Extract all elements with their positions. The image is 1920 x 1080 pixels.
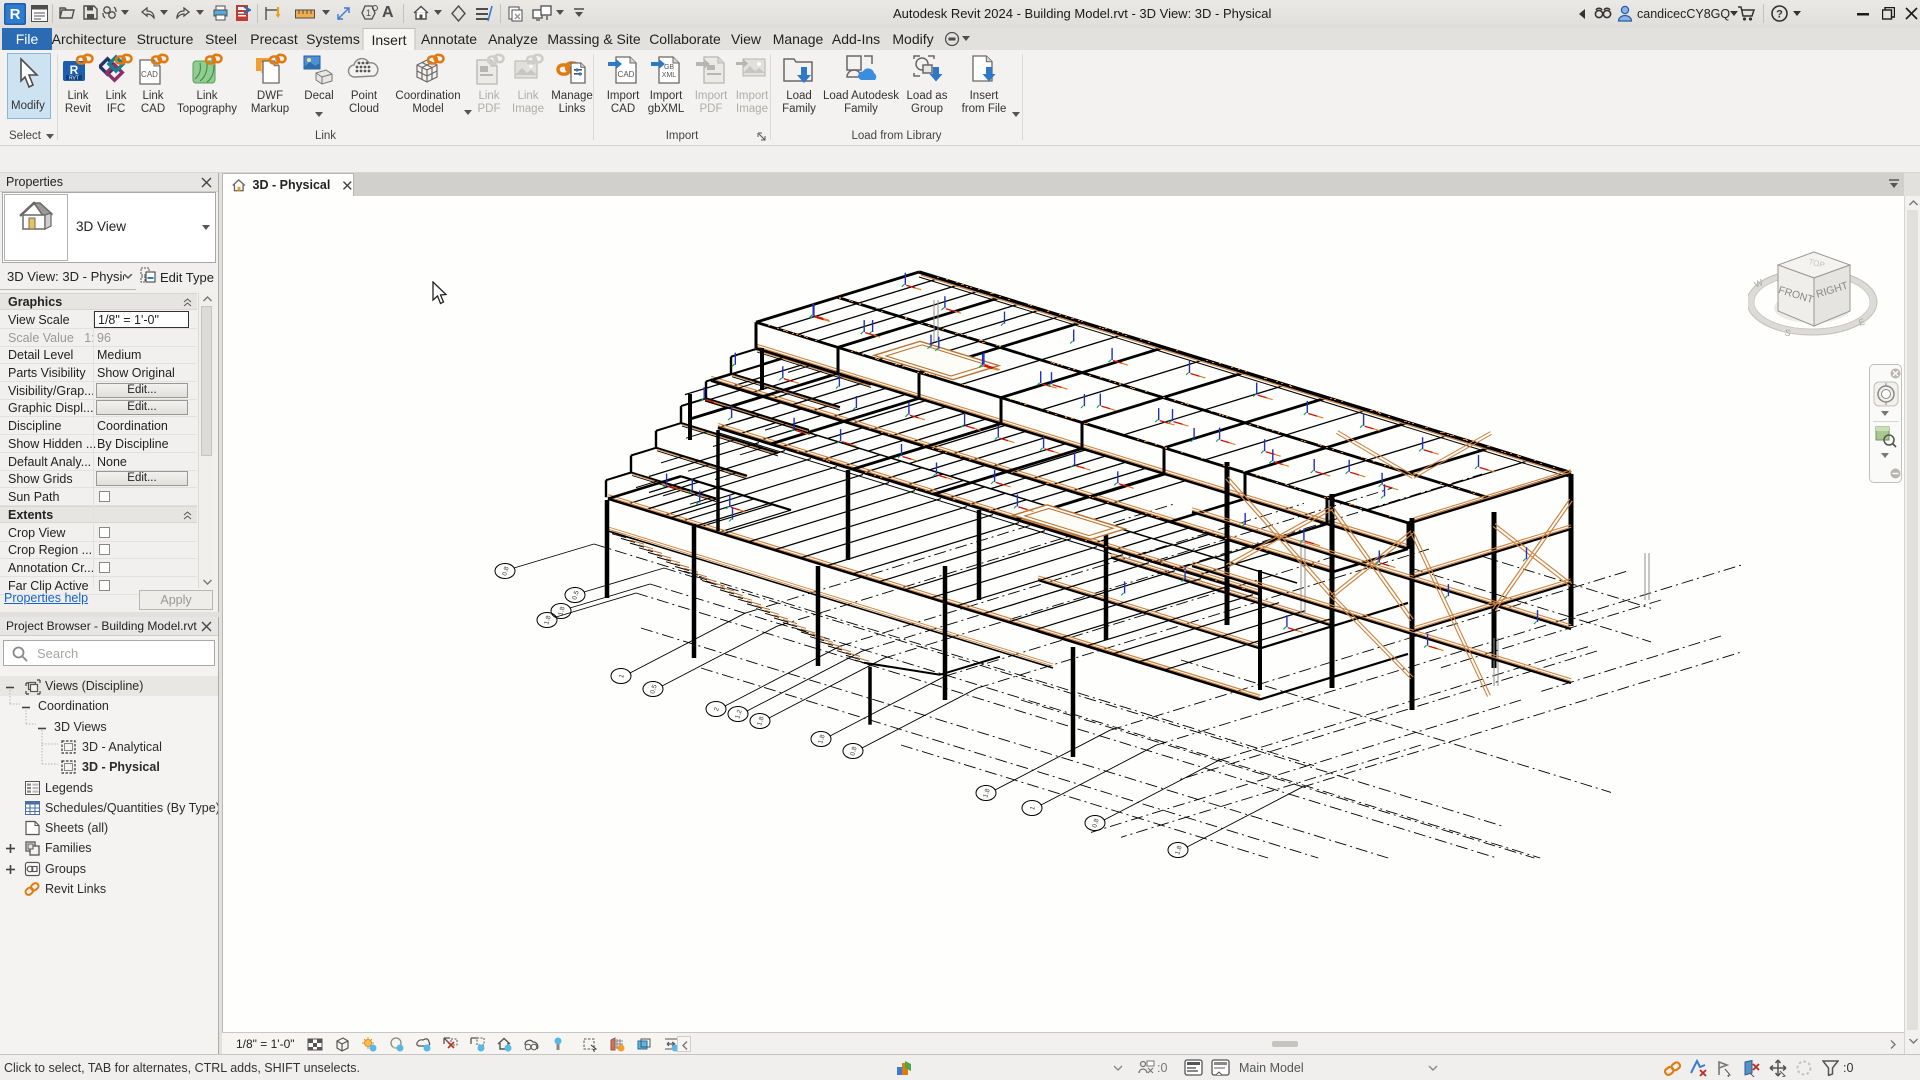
svg-text:1: 1 — [1029, 805, 1037, 811]
svg-text:1: 1 — [366, 8, 371, 18]
svg-text:1.8: 1.8 — [543, 615, 553, 626]
svg-text:0.5: 0.5 — [571, 590, 581, 601]
svg-text:0.8: 0.8 — [1091, 818, 1101, 829]
svg-text:CAD: CAD — [618, 70, 635, 79]
svg-text:1.8: 1.8 — [982, 788, 992, 799]
svg-text:0.8: 0.8 — [501, 566, 511, 577]
svg-text:R: R — [10, 6, 21, 23]
svg-text:2: 2 — [713, 706, 721, 712]
svg-text:XML: XML — [662, 72, 677, 79]
svg-text:1.8: 1.8 — [1174, 845, 1184, 856]
svg-text:RVT: RVT — [69, 76, 79, 82]
svg-text:1.8: 1.8 — [557, 606, 567, 617]
svg-text:1.8: 1.8 — [756, 716, 766, 727]
svg-text:0.8: 0.8 — [849, 746, 859, 757]
svg-text:0.5: 0.5 — [649, 684, 659, 695]
svg-text:?: ? — [1776, 9, 1783, 21]
svg-text:S: S — [1783, 327, 1791, 338]
svg-text:1: 1 — [618, 673, 626, 679]
svg-text:CAD: CAD — [141, 70, 158, 79]
svg-text:GB: GB — [664, 64, 674, 71]
svg-text:1.2: 1.2 — [734, 709, 744, 720]
svg-text:1.8: 1.8 — [817, 734, 827, 745]
